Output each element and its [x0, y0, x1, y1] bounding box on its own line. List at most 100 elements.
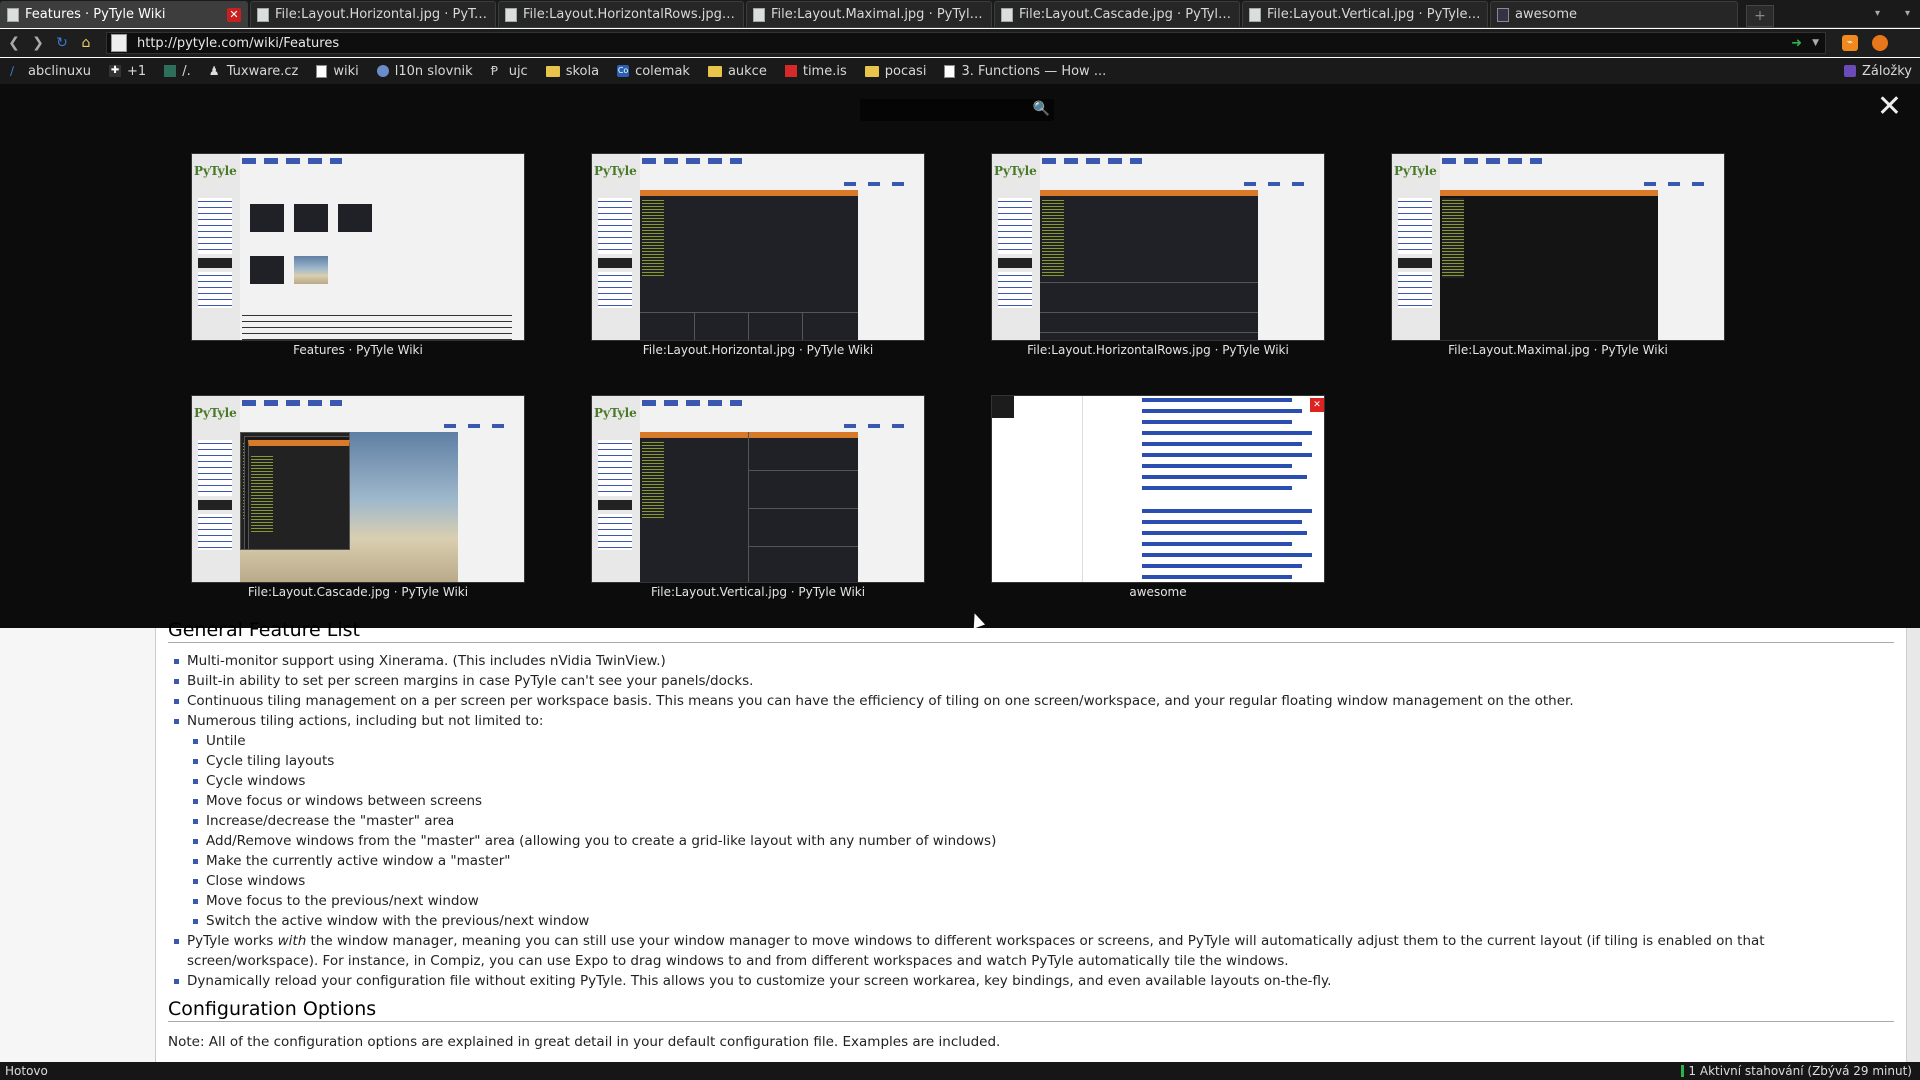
- downloads-status[interactable]: 1 Aktivní stahování (Zbývá 29 minut): [1681, 1064, 1912, 1078]
- section-heading: General Feature List: [168, 620, 1894, 643]
- bookmark-folder-aukce[interactable]: aukce: [707, 63, 767, 79]
- vertical-scrollbar[interactable]: [1906, 628, 1920, 1062]
- thumbnail-layout-cascade[interactable]: PyTyle: [191, 395, 525, 583]
- bookmark-label: +1: [127, 63, 147, 79]
- navigation-toolbar: ❮ ❯ ↻ ⌂ http://pytyle.com/wiki/Features …: [0, 29, 1920, 57]
- tab-layout-cascade[interactable]: File:Layout.Cascade.jpg · PyTyle Wiki: [994, 1, 1240, 27]
- tab-layout-maximal[interactable]: File:Layout.Maximal.jpg · PyTyle Wiki: [746, 1, 992, 27]
- tab-group-icon[interactable]: [992, 396, 1014, 418]
- bookmark-abclinuxu[interactable]: ∕ abclinuxu: [10, 64, 91, 79]
- colemak-icon: Co: [617, 65, 630, 77]
- folder-icon: [864, 65, 879, 77]
- tab-layout-horizontalrows[interactable]: File:Layout.HorizontalRows.jpg · Py...: [498, 1, 744, 27]
- thumbnail-caption: File:Layout.HorizontalRows.jpg · PyTyle …: [1027, 343, 1289, 357]
- list-item: Add/Remove windows from the "master" are…: [193, 831, 1894, 851]
- tab-bar: Features · PyTyle Wiki ✕ File:Layout.Hor…: [0, 0, 1920, 28]
- rss-feed-icon[interactable]: ⌁: [1842, 35, 1858, 51]
- tab-label: File:Layout.Vertical.jpg · PyTyle Wiki: [1267, 7, 1481, 22]
- bookmark-ujc[interactable]: Ᵽujc: [491, 64, 528, 79]
- page-favicon-icon: [257, 7, 269, 22]
- folder-icon: [545, 65, 560, 77]
- search-icon[interactable]: 🔍: [1033, 101, 1050, 117]
- home-icon[interactable]: ⌂: [76, 33, 96, 53]
- thumbnail-caption: File:Layout.Cascade.jpg · PyTyle Wiki: [247, 585, 469, 599]
- bookmark-l10n-slovnik[interactable]: l10n slovnik: [376, 63, 473, 79]
- bookmark-label: aukce: [727, 63, 767, 79]
- wiki-sidebar-preview: PyTyle: [192, 154, 240, 340]
- tab-layout-horizontal[interactable]: File:Layout.Horizontal.jpg · PyTyle ...: [250, 1, 496, 27]
- list-item: Close windows: [193, 871, 1894, 891]
- tab-layout-vertical[interactable]: File:Layout.Vertical.jpg · PyTyle Wiki: [1242, 1, 1488, 27]
- page-content: General Feature List Multi-monitor suppo…: [0, 620, 1920, 1062]
- list-item: Multi-monitor support using Xinerama. (T…: [174, 651, 1894, 671]
- new-tab-button[interactable]: +: [1746, 5, 1774, 27]
- close-tab-icon[interactable]: ✕: [227, 7, 241, 22]
- time-is-icon: [784, 65, 797, 77]
- thumbnail-features[interactable]: PyTyle: [191, 153, 525, 341]
- bookmark-label: time.is: [802, 63, 847, 79]
- close-overview-icon[interactable]: ✕: [1877, 92, 1902, 122]
- bookmark-folder-pocasi[interactable]: pocasi: [864, 63, 927, 79]
- page-icon: [316, 64, 328, 78]
- wiki-sidebar-preview: PyTyle: [592, 154, 640, 340]
- page-favicon-icon: [753, 7, 765, 22]
- history-dropdown-icon[interactable]: ▼: [1812, 38, 1819, 48]
- tab-search-box[interactable]: 🔍: [860, 99, 1054, 121]
- forward-icon[interactable]: ❯: [28, 33, 48, 53]
- page-favicon-icon: [7, 7, 19, 22]
- bookmark-colemak[interactable]: Co colemak: [617, 64, 690, 79]
- thumbnail-layout-horizontalrows[interactable]: PyTyle: [991, 153, 1325, 341]
- bookmark-plus1[interactable]: ✚ +1: [109, 64, 146, 79]
- list-item: Increase/decrease the "master" area: [193, 811, 1894, 831]
- folder-icon: [707, 65, 722, 77]
- list-tabs-icon[interactable]: ▾: [1875, 8, 1880, 19]
- go-arrow-icon[interactable]: ➜: [1791, 36, 1802, 51]
- reload-icon[interactable]: ↻: [52, 33, 72, 53]
- list-item-text: Numerous tiling actions, including but n…: [187, 713, 544, 729]
- tab-label: awesome: [1515, 7, 1577, 22]
- tab-features[interactable]: Features · PyTyle Wiki ✕: [0, 1, 248, 27]
- thumbnail-layout-vertical[interactable]: PyTyle: [591, 395, 925, 583]
- thumbnail-awesome[interactable]: ✕: [991, 395, 1325, 583]
- bookmark-wiki[interactable]: wiki: [316, 64, 359, 79]
- bookmarks-star-icon: [1843, 65, 1856, 77]
- pytyle-logo: PyTyle: [594, 164, 637, 178]
- back-icon[interactable]: ❮: [4, 33, 24, 53]
- bookmarks-toolbar: ∕ abclinuxu ✚ +1 /. ♟ Tuxware.cz wiki l10n …: [0, 58, 1920, 84]
- list-item: Continuous tiling management on a per sc…: [174, 691, 1894, 711]
- bookmark-label: 3. Functions — How ...: [961, 63, 1107, 79]
- bookmarks-menu-button[interactable]: Záložky: [1843, 64, 1912, 79]
- page-icon: [944, 64, 956, 78]
- bookmark-time-is[interactable]: time.is: [784, 63, 847, 79]
- thumbnail-layout-maximal[interactable]: PyTyle: [1391, 153, 1725, 341]
- bookmark-label: skola: [565, 63, 600, 79]
- thumbnail-caption: File:Layout.Maximal.jpg · PyTyle Wiki: [1448, 343, 1668, 357]
- window-menu-icon[interactable]: ▾: [1905, 8, 1910, 19]
- awesome-page-preview: ✕: [992, 396, 1324, 582]
- bookmark-folder-skola[interactable]: skola: [545, 63, 600, 79]
- thumbnail-caption: File:Layout.Horizontal.jpg · PyTyle Wiki: [642, 343, 874, 357]
- close-tab-icon[interactable]: ✕: [1310, 398, 1324, 412]
- bookmark-tuxware[interactable]: ♟ Tuxware.cz: [209, 64, 299, 79]
- bookmark-functions[interactable]: 3. Functions — How ...: [944, 64, 1106, 79]
- download-progress-icon: [1681, 1065, 1685, 1077]
- page-favicon-icon: [1249, 7, 1261, 22]
- bookmark-label: pocasi: [884, 63, 927, 79]
- list-item: Cycle tiling layouts: [193, 751, 1894, 771]
- thumbnail-layout-horizontal[interactable]: PyTyle: [591, 153, 925, 341]
- firefox-menu-icon[interactable]: [1872, 35, 1888, 51]
- bookmark-slashdot[interactable]: /.: [164, 64, 191, 79]
- address-bar[interactable]: http://pytyle.com/wiki/Features ➜ ▼: [106, 32, 1826, 54]
- bookmark-label: l10n slovnik: [394, 63, 473, 79]
- tab-search-input[interactable]: [860, 99, 1030, 121]
- ujc-icon: Ᵽ: [490, 64, 498, 78]
- note-text: Note: All of the configuration options a…: [168, 1034, 1001, 1050]
- tab-awesome[interactable]: awesome: [1490, 1, 1738, 27]
- list-item: Move focus or windows between screens: [193, 791, 1894, 811]
- tab-overview-overlay: 🔍 ✕ PyTyle Features · PyTyle Wiki PyTyle…: [0, 84, 1920, 628]
- list-item: Switch the active window with the previo…: [193, 911, 1894, 931]
- list-item: Dynamically reload your configuration fi…: [174, 971, 1894, 991]
- thumbnail-caption: File:Layout.Vertical.jpg · PyTyle Wiki: [650, 585, 866, 599]
- plus-one-icon: ✚: [109, 65, 122, 77]
- wiki-sidebar-preview: PyTyle: [192, 396, 240, 582]
